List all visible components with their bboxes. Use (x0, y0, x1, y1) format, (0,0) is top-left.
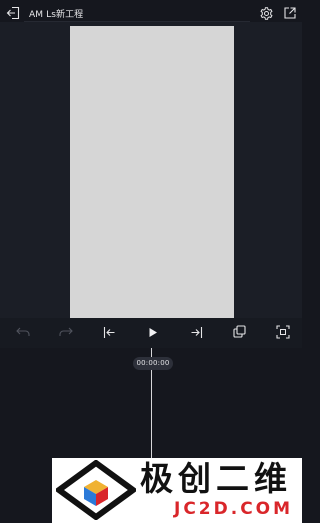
playhead-line-top (151, 348, 152, 357)
playhead-line[interactable] (151, 370, 152, 470)
layers-icon[interactable] (232, 325, 247, 339)
play-icon[interactable] (148, 327, 158, 338)
watermark-logo (56, 460, 136, 520)
watermark-subtext: JC2D.COM (174, 499, 294, 519)
exit-icon[interactable] (6, 6, 20, 20)
export-icon[interactable] (284, 7, 296, 19)
gear-icon[interactable] (260, 7, 273, 20)
video-canvas[interactable] (70, 26, 234, 318)
watermark-text: 极创二维 (140, 459, 292, 498)
undo-icon[interactable] (16, 326, 30, 338)
fullscreen-icon[interactable] (276, 325, 290, 339)
skip-to-start-icon[interactable] (103, 326, 116, 339)
playback-toolbar (0, 318, 302, 348)
project-title: AM Ls新工程 (29, 10, 84, 20)
timecode-label: 00:00:00 (133, 357, 173, 370)
redo-icon[interactable] (59, 326, 73, 338)
skip-to-end-icon[interactable] (190, 326, 203, 339)
watermark-overlay: 极创二维 JC2D.COM (52, 458, 302, 523)
